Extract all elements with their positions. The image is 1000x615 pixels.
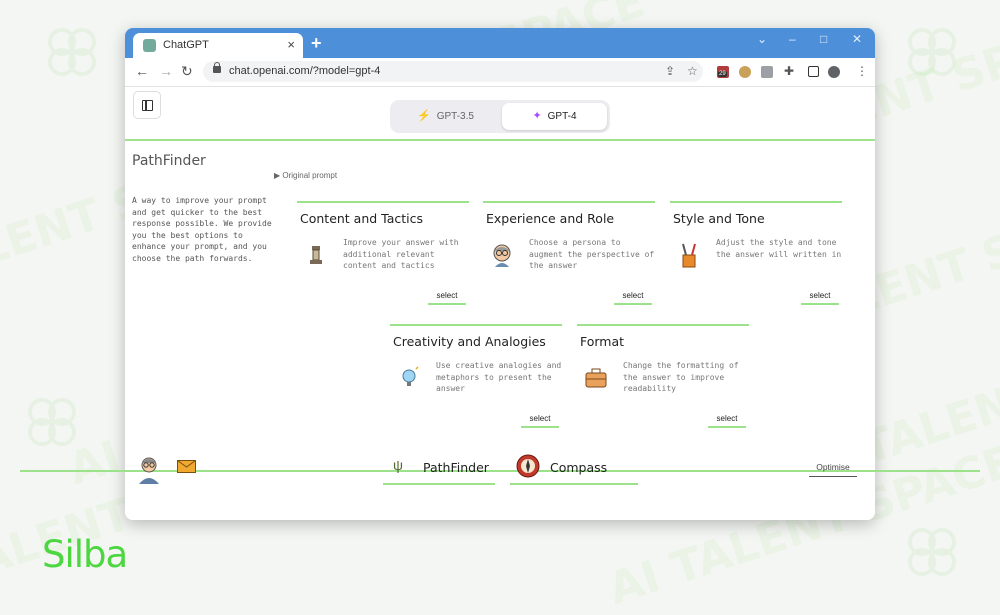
brushes-icon xyxy=(675,241,703,269)
footer-tab-label: PathFinder xyxy=(423,460,489,475)
clover-watermark-icon xyxy=(900,20,964,84)
side-panel-icon[interactable] xyxy=(808,66,819,77)
extension-globe-icon[interactable] xyxy=(739,66,751,78)
clover-watermark-icon xyxy=(40,20,104,84)
user-avatar-icon[interactable] xyxy=(136,454,162,484)
back-icon[interactable]: ← xyxy=(135,63,149,79)
compass-icon xyxy=(516,454,540,478)
bolt-icon: ⚡ xyxy=(417,110,431,122)
select-button[interactable]: select xyxy=(708,414,746,428)
card-rule xyxy=(577,324,749,326)
pathfinder-description: A way to improve your prompt and get qui… xyxy=(132,196,272,263)
browser-titlebar: ChatGPT × + ⌄ – □ ✕ xyxy=(125,28,875,58)
tab-close-icon[interactable]: × xyxy=(287,37,295,52)
select-button[interactable]: select xyxy=(428,291,466,305)
chatgpt-favicon-icon xyxy=(143,39,156,52)
chess-piece-icon xyxy=(302,241,330,269)
pathfinder-title: PathFinder xyxy=(132,153,206,169)
card-title: Style and Tone xyxy=(673,211,765,226)
card-description: Adjust the style and tone the answer wil… xyxy=(716,238,842,259)
model-gpt35-button[interactable]: ⚡ GPT-3.5 xyxy=(393,103,498,130)
bookmark-star-icon[interactable]: ☆ xyxy=(687,64,698,78)
profile-avatar-icon[interactable] xyxy=(828,66,840,78)
minimize-button[interactable]: – xyxy=(789,32,796,46)
card-description: Improve your answer with additional rele… xyxy=(343,238,459,270)
option-card-format: Format Change the formatting of the answ… xyxy=(577,324,749,428)
footer-tab-label: Compass xyxy=(550,460,608,475)
card-rule xyxy=(297,201,469,203)
clover-watermark-icon xyxy=(900,520,964,584)
model-switcher: ⚡ GPT-3.5 ✦ GPT-4 xyxy=(390,100,610,133)
card-description: Use creative analogies and metaphors to … xyxy=(436,361,562,393)
lock-icon xyxy=(213,62,221,73)
share-icon[interactable]: ⇪ xyxy=(665,64,675,78)
maximize-button[interactable]: □ xyxy=(820,32,827,46)
silba-logo: Silba xyxy=(42,533,128,576)
sidebar-icon xyxy=(142,100,153,111)
footer-tab-pathfinder[interactable]: ψ PathFinder xyxy=(383,451,495,485)
reload-icon[interactable]: ↻ xyxy=(181,63,193,80)
model-label: GPT-4 xyxy=(547,111,577,122)
persona-avatar-icon xyxy=(488,241,516,269)
clover-watermark-icon xyxy=(20,390,84,454)
select-button[interactable]: select xyxy=(801,291,839,305)
tab-title: ChatGPT xyxy=(163,39,209,51)
extension-code-icon[interactable] xyxy=(761,66,773,78)
sidebar-toggle-button[interactable] xyxy=(133,91,161,119)
original-prompt-toggle[interactable]: ▶ Original prompt xyxy=(274,171,337,180)
model-gpt4-button[interactable]: ✦ GPT-4 xyxy=(502,103,607,130)
new-tab-button[interactable]: + xyxy=(311,33,322,54)
card-title: Creativity and Analogies xyxy=(393,334,546,349)
sparkle-icon: ✦ xyxy=(532,110,542,122)
select-button[interactable]: select xyxy=(614,291,652,305)
option-card-content-tactics: Content and Tactics Improve your answer … xyxy=(297,201,469,305)
chatgpt-page: ⚡ GPT-3.5 ✦ GPT-4 PathFinder ▶ Original pr… xyxy=(125,87,875,520)
divider xyxy=(125,139,875,141)
extensions-puzzle-icon[interactable]: ✚ xyxy=(784,64,794,78)
select-button[interactable]: select xyxy=(521,414,559,428)
cactus-icon: ψ xyxy=(393,457,403,473)
briefcase-icon xyxy=(582,364,610,392)
menu-dots-icon[interactable]: ⋮ xyxy=(856,64,868,78)
extension-calendar-icon[interactable]: 29 xyxy=(717,66,729,78)
mail-icon[interactable] xyxy=(177,460,196,473)
card-title: Experience and Role xyxy=(486,211,615,226)
forward-icon[interactable]: → xyxy=(159,63,173,79)
optimise-button[interactable]: Optimise xyxy=(809,462,857,477)
browser-toolbar: ← → ↻ chat.openai.com/?model=gpt-4 ⇪ ☆ 2… xyxy=(125,58,875,87)
card-title: Content and Tactics xyxy=(300,211,424,226)
option-card-creativity-analogies: Creativity and Analogies Use creative an… xyxy=(390,324,562,428)
card-description: Choose a persona to augment the perspect… xyxy=(529,238,655,270)
card-description: Change the formatting of the answer to i… xyxy=(623,361,739,393)
lightbulb-icon xyxy=(395,364,423,392)
tab-search-icon[interactable]: ⌄ xyxy=(757,32,767,46)
option-card-style-tone: Style and Tone Adjust the style and tone… xyxy=(670,201,842,305)
browser-window: ChatGPT × + ⌄ – □ ✕ ← → ↻ chat.openai.co… xyxy=(125,28,875,520)
card-title: Format xyxy=(580,334,625,349)
extension-badge: 29 xyxy=(718,71,727,77)
address-bar[interactable]: chat.openai.com/?model=gpt-4 xyxy=(203,61,703,82)
url-text: chat.openai.com/?model=gpt-4 xyxy=(229,65,381,77)
option-card-experience-role: Experience and Role Choose a persona to … xyxy=(483,201,655,305)
close-window-button[interactable]: ✕ xyxy=(852,32,862,46)
model-label: GPT-3.5 xyxy=(436,111,474,122)
card-rule xyxy=(483,201,655,203)
footer-tab-compass[interactable]: Compass xyxy=(510,451,638,485)
card-rule xyxy=(390,324,562,326)
browser-tab[interactable]: ChatGPT × xyxy=(133,33,303,58)
card-rule xyxy=(670,201,842,203)
